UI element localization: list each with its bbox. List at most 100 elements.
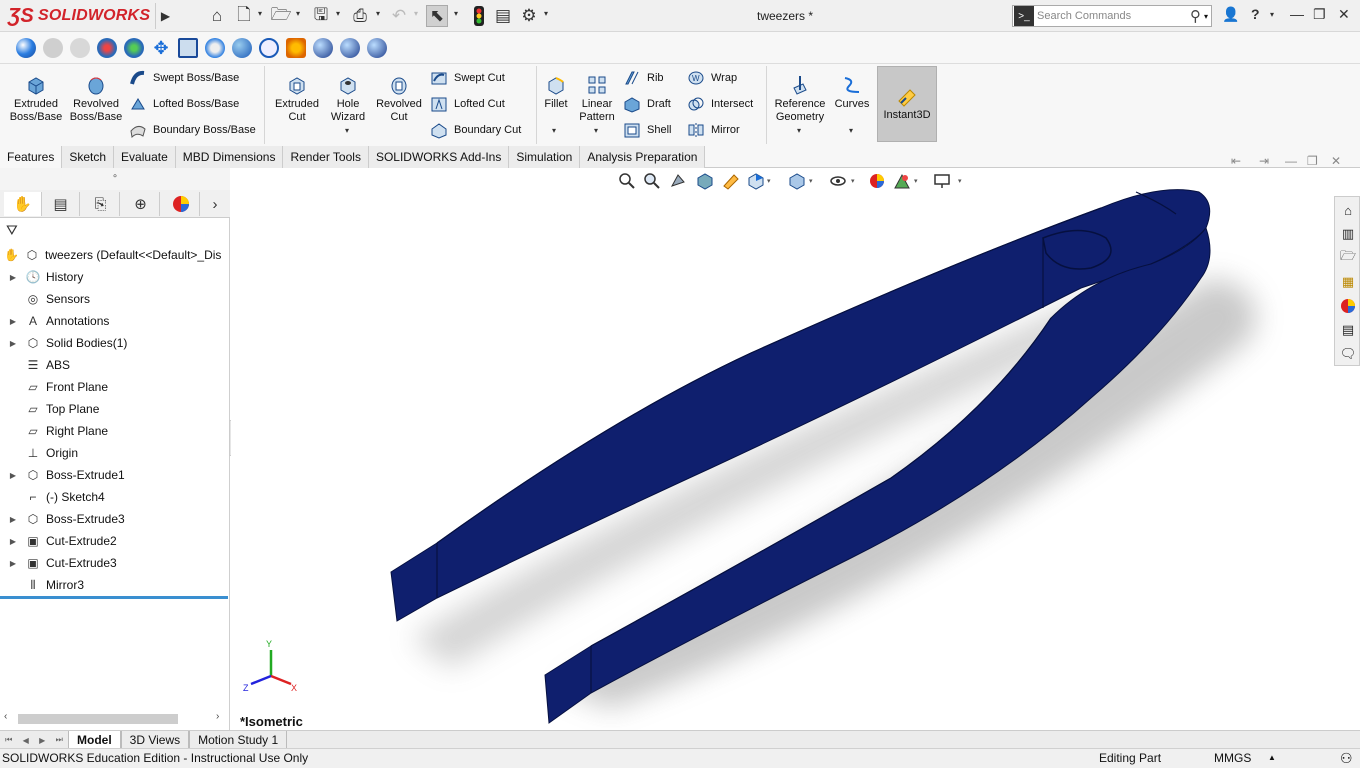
forum-icon[interactable]: 🗨 <box>1338 344 1358 364</box>
featuremanager-tab-icon[interactable]: ✋ <box>4 192 42 216</box>
search-commands-input[interactable]: >_ Search Commands ⚲ ▾ <box>1012 5 1212 27</box>
tree-item-right-plane[interactable]: ▱ Right Plane <box>0 420 228 442</box>
tree-root[interactable]: ✋ ⬡ tweezers (Default<<Default>_Dis <box>0 244 228 266</box>
extruded-boss-button[interactable]: Extruded Boss/Base <box>10 74 62 124</box>
tree-item-sketch4[interactable]: ⌐ (-) Sketch4 <box>0 486 228 508</box>
curves-button[interactable]: Curves <box>833 74 871 111</box>
pane-grip[interactable]: ⚬ <box>0 168 230 190</box>
expand-arrow-icon[interactable]: ▶ <box>7 273 19 282</box>
design-library-icon[interactable]: ▥ <box>1338 224 1358 244</box>
doc-restore-icon[interactable]: ❐ <box>1307 154 1318 168</box>
lofted-cut-button[interactable]: Lofted Cut <box>430 94 505 114</box>
displaymanager-tab-icon[interactable] <box>162 192 200 216</box>
tweezers-model[interactable] <box>231 168 1360 730</box>
scroll-right-icon[interactable]: › <box>216 711 219 722</box>
fillet-dropdown-icon[interactable]: ▾ <box>552 126 556 135</box>
rebuild-traffic-light-icon[interactable] <box>468 5 490 27</box>
shell-button[interactable]: Shell <box>623 120 671 140</box>
tab-analysis-preparation[interactable]: Analysis Preparation <box>580 146 706 168</box>
tab-render-tools[interactable]: Render Tools <box>283 146 369 168</box>
status-units[interactable]: MMGS <box>1214 751 1251 765</box>
propertymanager-tab-icon[interactable]: ▤ <box>42 192 80 216</box>
hole-wizard-dropdown-icon[interactable]: ▾ <box>345 126 349 135</box>
decals-icon[interactable] <box>124 38 144 58</box>
tab-mbd-dimensions[interactable]: MBD Dimensions <box>175 146 284 168</box>
solidworks-resources-icon[interactable]: ⌂ <box>1338 200 1358 220</box>
lofted-boss-button[interactable]: Lofted Boss/Base <box>129 94 239 114</box>
tree-item-annotations[interactable]: ▶ A Annotations <box>0 310 228 332</box>
graphics-area[interactable]: ⇤ ⇥ — ❐ ✕ ▾ ▾ ▾ ▾ ▾ Y X Z <box>231 154 1360 730</box>
status-help-icon[interactable]: ⚇ <box>1340 750 1353 767</box>
dimxpert-tab-icon[interactable]: ⊕ <box>122 192 160 216</box>
tab-simulation[interactable]: Simulation <box>509 146 581 168</box>
hole-wizard-button[interactable]: Hole Wizard <box>325 74 371 124</box>
open-dropdown-icon[interactable]: ▾ <box>296 9 300 18</box>
expand-arrow-icon[interactable]: ▶ <box>7 339 19 348</box>
boundary-cut-button[interactable]: Boundary Cut <box>430 120 521 140</box>
rib-button[interactable]: Rib <box>623 68 664 88</box>
options-gear-icon[interactable]: ⚙ <box>518 5 540 27</box>
view-palette-icon[interactable]: ▦ <box>1338 272 1358 292</box>
revolved-boss-button[interactable]: Revolved Boss/Base <box>70 74 122 124</box>
tree-item-boss-extrude3[interactable]: ▶ ⬡ Boss-Extrude3 <box>0 508 228 530</box>
revolved-cut-button[interactable]: Revolved Cut <box>374 74 424 124</box>
units-dropdown-icon[interactable]: ▲ <box>1268 753 1276 762</box>
print-dropdown-icon[interactable]: ▾ <box>376 9 380 18</box>
new-document-icon[interactable]: 🗋 <box>233 5 255 27</box>
user-account-icon[interactable]: 👤 <box>1222 6 1239 23</box>
schedule-render-icon[interactable] <box>286 38 306 58</box>
mirror-button[interactable]: Mirror <box>687 120 740 140</box>
tree-item-boss-extrude1[interactable]: ▶ ⬡ Boss-Extrude1 <box>0 464 228 486</box>
undo-icon[interactable]: ↶ <box>388 5 410 27</box>
draft-button[interactable]: Draft <box>623 94 671 114</box>
print-icon[interactable]: ⎙ <box>349 5 371 27</box>
tree-item-solid-bodies-1[interactable]: ▶ ⬡ Solid Bodies(1) <box>0 332 228 354</box>
tree-item-mirror3[interactable]: ⫴ Mirror3 <box>0 574 228 596</box>
tree-item-cut-extrude3[interactable]: ▶ ▣ Cut-Extrude3 <box>0 552 228 574</box>
prev-tab-icon[interactable]: ◀ <box>23 736 29 745</box>
scene-icon[interactable] <box>97 38 117 58</box>
reference-geometry-button[interactable]: Reference Geometry <box>772 74 828 124</box>
tab-features[interactable]: Features <box>0 146 63 168</box>
curves-dropdown-icon[interactable]: ▾ <box>849 126 853 135</box>
first-tab-icon[interactable]: ⏮ <box>5 735 12 745</box>
linear-pattern-button[interactable]: Linear Pattern <box>576 74 618 124</box>
help-icon[interactable]: ? <box>1251 6 1260 22</box>
doc-tile-right-icon[interactable]: ⇥ <box>1259 154 1269 168</box>
more-tabs-icon[interactable]: › <box>204 192 226 216</box>
tab-evaluate[interactable]: Evaluate <box>114 146 176 168</box>
wrap-button[interactable]: W Wrap <box>687 68 737 88</box>
select-cursor-icon[interactable]: ⬉ <box>426 5 448 27</box>
restore-window-icon[interactable]: ❐ <box>1313 6 1326 23</box>
save-icon[interactable]: 🖫 <box>310 5 332 27</box>
tree-item-origin[interactable]: ⊥ Origin <box>0 442 228 464</box>
doc-close-icon[interactable]: ✕ <box>1331 154 1341 168</box>
expand-arrow-icon[interactable]: ▶ <box>7 317 19 326</box>
swept-cut-button[interactable]: Swept Cut <box>430 68 505 88</box>
recall-render-icon[interactable] <box>313 38 333 58</box>
doc-tile-left-icon[interactable]: ⇤ <box>1231 154 1241 168</box>
next-tab-icon[interactable]: ▶ <box>39 736 45 745</box>
fillet-button[interactable]: Fillet <box>540 74 572 111</box>
tree-item-top-plane[interactable]: ▱ Top Plane <box>0 398 228 420</box>
options-dropdown-icon[interactable]: ▾ <box>544 9 548 18</box>
last-tab-icon[interactable]: ⏭ <box>56 735 63 745</box>
horizontal-scrollbar[interactable]: ‹ › <box>4 711 226 725</box>
tree-item-sensors[interactable]: ◎ Sensors <box>0 288 228 310</box>
tab-sketch[interactable]: Sketch <box>62 146 115 168</box>
render-region-icon[interactable] <box>205 38 225 58</box>
custom-properties-icon[interactable]: ▤ <box>1338 320 1358 340</box>
tree-item-history[interactable]: ▶ 🕓 History <box>0 266 228 288</box>
home-icon[interactable]: ⌂ <box>206 5 228 27</box>
tree-item-cut-extrude2[interactable]: ▶ ▣ Cut-Extrude2 <box>0 530 228 552</box>
instant3d-button[interactable]: Instant3D <box>877 66 937 142</box>
camera-icon[interactable] <box>178 38 198 58</box>
open-folder-icon[interactable]: 🗁 <box>270 5 292 27</box>
intersect-button[interactable]: Intersect <box>687 94 753 114</box>
select-dropdown-icon[interactable]: ▾ <box>454 9 458 18</box>
final-render-icon[interactable] <box>259 38 279 58</box>
doc-minimize-icon[interactable]: — <box>1285 154 1297 168</box>
options-render-icon[interactable] <box>340 38 360 58</box>
close-window-icon[interactable]: ✕ <box>1338 6 1350 23</box>
model-tab-motion-study-1[interactable]: Motion Study 1 <box>189 731 288 749</box>
